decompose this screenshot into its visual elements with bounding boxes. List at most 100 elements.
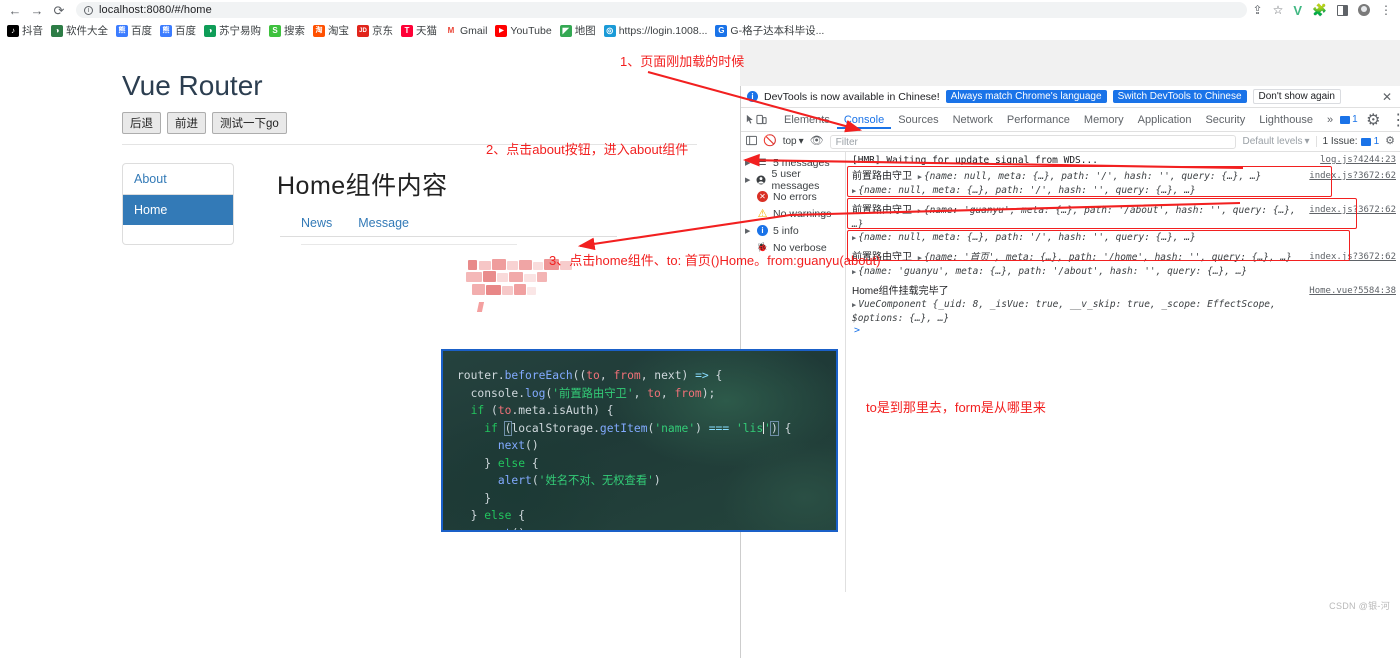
share-icon[interactable]: ⇪	[1253, 4, 1263, 16]
back-router-button[interactable]: 后退	[122, 112, 161, 134]
bookmark-favicon: ♪	[7, 24, 19, 37]
console-log-row[interactable]: 前置路由守卫 ▶ {name: null, meta: {…}, path: '/…	[846, 167, 1400, 198]
always-match-language-button[interactable]: Always match Chrome's language	[945, 90, 1107, 103]
go-test-button[interactable]: 测试一下go	[212, 112, 287, 134]
console-filter-bar: 🚫 top ▾ 👁 Filter Default levels ▾ 1 Issu…	[741, 132, 1400, 152]
annotation-2: 2、点击about按钮，进入about组件	[486, 142, 689, 157]
tab-console[interactable]: Console	[837, 111, 891, 129]
profile-avatar[interactable]	[1358, 4, 1370, 16]
chevron-right-icon[interactable]: ▶	[745, 227, 752, 235]
log-levels-label: Default levels	[1242, 136, 1303, 147]
sidebar-user-messages[interactable]: ▶ 5 user messages	[741, 168, 845, 192]
log-levels-selector[interactable]: Default levels ▾	[1242, 136, 1309, 147]
router-nav-list: About Home	[122, 163, 234, 245]
site-info-icon[interactable]: i	[84, 5, 93, 15]
device-toolbar-icon[interactable]	[756, 110, 767, 129]
issues-badge[interactable]: 1	[1340, 114, 1358, 125]
forward-router-button[interactable]: 前进	[167, 112, 206, 134]
log-label: 前置路由守卫	[852, 171, 912, 182]
console-filter-input[interactable]: Filter	[829, 134, 1237, 149]
bookmark-favicon: G	[715, 24, 728, 37]
chevron-right-icon[interactable]: ▶	[745, 159, 752, 167]
bookmark-item[interactable]: M Gmail	[443, 24, 493, 37]
bookmark-item[interactable]: ◑ 软件大全	[49, 23, 114, 38]
tab-security[interactable]: Security	[1198, 111, 1252, 129]
console-log-row[interactable]: Home组件挂载完毕了 ▶ VueComponent {_uid: 8, _isV…	[846, 279, 1400, 325]
sidebar-user-messages-label: 5 user messages	[771, 167, 820, 192]
tabs-divider-secondary	[301, 244, 517, 245]
clear-console-icon[interactable]: 🚫	[763, 136, 777, 147]
console-message-list: [HMR] Waiting for update signal from WDS…	[846, 152, 1400, 592]
sidebar-info-label: 5 info	[773, 224, 799, 237]
chevron-right-icon[interactable]: ▶	[745, 176, 751, 184]
live-expression-icon[interactable]: 👁	[810, 136, 824, 147]
star-icon[interactable]: ☆	[1273, 4, 1284, 16]
close-icon[interactable]: ✕	[1382, 90, 1394, 104]
tab-sources[interactable]: Sources	[891, 111, 945, 129]
bookmark-item[interactable]: 熊百度	[158, 23, 202, 38]
bookmark-item[interactable]: 熊百度	[114, 23, 158, 38]
bookmark-item[interactable]: G G-格子达本科毕设...	[713, 23, 830, 38]
tab-elements[interactable]: Elements	[777, 111, 837, 129]
app-body: About Home Home组件内容 News Message	[120, 163, 720, 245]
issues-icon	[1340, 115, 1351, 124]
bookmark-favicon: JD	[357, 24, 369, 37]
code-snippet-text: router.beforeEach((to, from, next) => { …	[457, 369, 792, 530]
sidebar-warnings[interactable]: ⚠ No warnings	[741, 205, 845, 222]
back-button[interactable]: ←	[4, 1, 26, 19]
address-bar[interactable]: i localhost:8080/#/home	[76, 2, 1247, 18]
chrome-menu-icon[interactable]: ⋮	[1380, 4, 1392, 16]
console-sidebar-toggle-icon[interactable]	[746, 135, 757, 149]
log-source-link[interactable]: Home.vue?5584:38	[1303, 285, 1396, 298]
bookmark-item[interactable]: S 搜索	[267, 23, 311, 38]
bookmark-favicon: 熊	[116, 24, 128, 37]
dont-show-again-button[interactable]: Don't show again	[1252, 89, 1341, 104]
sidebar-item-home[interactable]: Home	[123, 195, 233, 225]
vue-devtools-icon[interactable]: V	[1293, 4, 1302, 17]
tab-news[interactable]: News	[301, 216, 332, 230]
toolbar-icon-group: ⇪ ☆ V 🧩 ⋮	[1253, 4, 1400, 17]
bookmark-item[interactable]: ▶ YouTube	[493, 24, 557, 37]
execution-context-selector[interactable]: top ▾	[783, 136, 804, 147]
bookmark-item[interactable]: 淘淘宝	[311, 23, 355, 38]
side-panel-icon[interactable]	[1337, 4, 1348, 16]
log-source-link[interactable]: index.js?3672:62	[1303, 170, 1396, 183]
log-source-link[interactable]: index.js?3672:62	[1303, 251, 1396, 264]
log-source-link[interactable]: log.js?4244:23	[1314, 154, 1396, 167]
forward-button[interactable]: →	[26, 1, 48, 19]
log-source-link[interactable]: index.js?3672:62	[1303, 204, 1396, 217]
tab-application[interactable]: Application	[1131, 111, 1199, 129]
console-settings-gear-icon[interactable]: ⚙	[1385, 136, 1395, 147]
devtools-menu-icon[interactable]: ⋮	[1389, 110, 1400, 129]
chevron-down-icon: ▾	[798, 136, 804, 147]
switch-to-chinese-button[interactable]: Switch DevTools to Chinese	[1112, 90, 1247, 103]
bookmark-item[interactable]: ◑ 苏宁易购	[202, 23, 267, 38]
bookmark-item[interactable]: ◤ 地图	[558, 23, 602, 38]
console-log-row[interactable]: 前置路由守卫 ▶ {name: 'guanyu', meta: {…}, path…	[846, 198, 1400, 245]
tab-message[interactable]: Message	[358, 216, 409, 230]
log-object-from: {name: null, meta: {…}, path: '/', hash:…	[858, 185, 1196, 196]
reload-button[interactable]: ⟳	[48, 1, 70, 19]
inspect-element-icon[interactable]	[745, 110, 756, 129]
extensions-icon[interactable]: 🧩	[1312, 4, 1327, 16]
bookmark-item[interactable]: ◎ https://login.1008...	[602, 24, 714, 37]
bookmark-item[interactable]: ♪ 抖音	[5, 23, 49, 38]
bookmark-favicon: S	[269, 24, 281, 37]
bookmark-item[interactable]: JD 京东	[355, 23, 399, 38]
tab-lighthouse[interactable]: Lighthouse	[1252, 111, 1320, 129]
sidebar-info[interactable]: ▶ i 5 info	[741, 222, 845, 239]
bookmark-item[interactable]: T 天猫	[399, 23, 443, 38]
console-prompt[interactable]: >	[846, 325, 1400, 336]
issues-counter[interactable]: 1 Issue: 1	[1315, 136, 1379, 147]
sidebar-item-about[interactable]: About	[123, 164, 233, 195]
console-log-row[interactable]: [HMR] Waiting for update signal from WDS…	[846, 154, 1400, 167]
tab-memory[interactable]: Memory	[1077, 111, 1131, 129]
console-log-row[interactable]: 前置路由守卫 ▶ {name: '首页', meta: {…}, path: '/…	[846, 245, 1400, 279]
tab-performance[interactable]: Performance	[1000, 111, 1077, 129]
person-icon	[756, 174, 766, 185]
tab-network[interactable]: Network	[946, 111, 1000, 129]
bookmark-favicon: ◎	[603, 24, 616, 37]
gear-icon[interactable]: ⚙	[1364, 110, 1383, 129]
more-tabs-icon[interactable]: »	[1320, 111, 1340, 129]
error-icon: ✕	[757, 191, 768, 202]
